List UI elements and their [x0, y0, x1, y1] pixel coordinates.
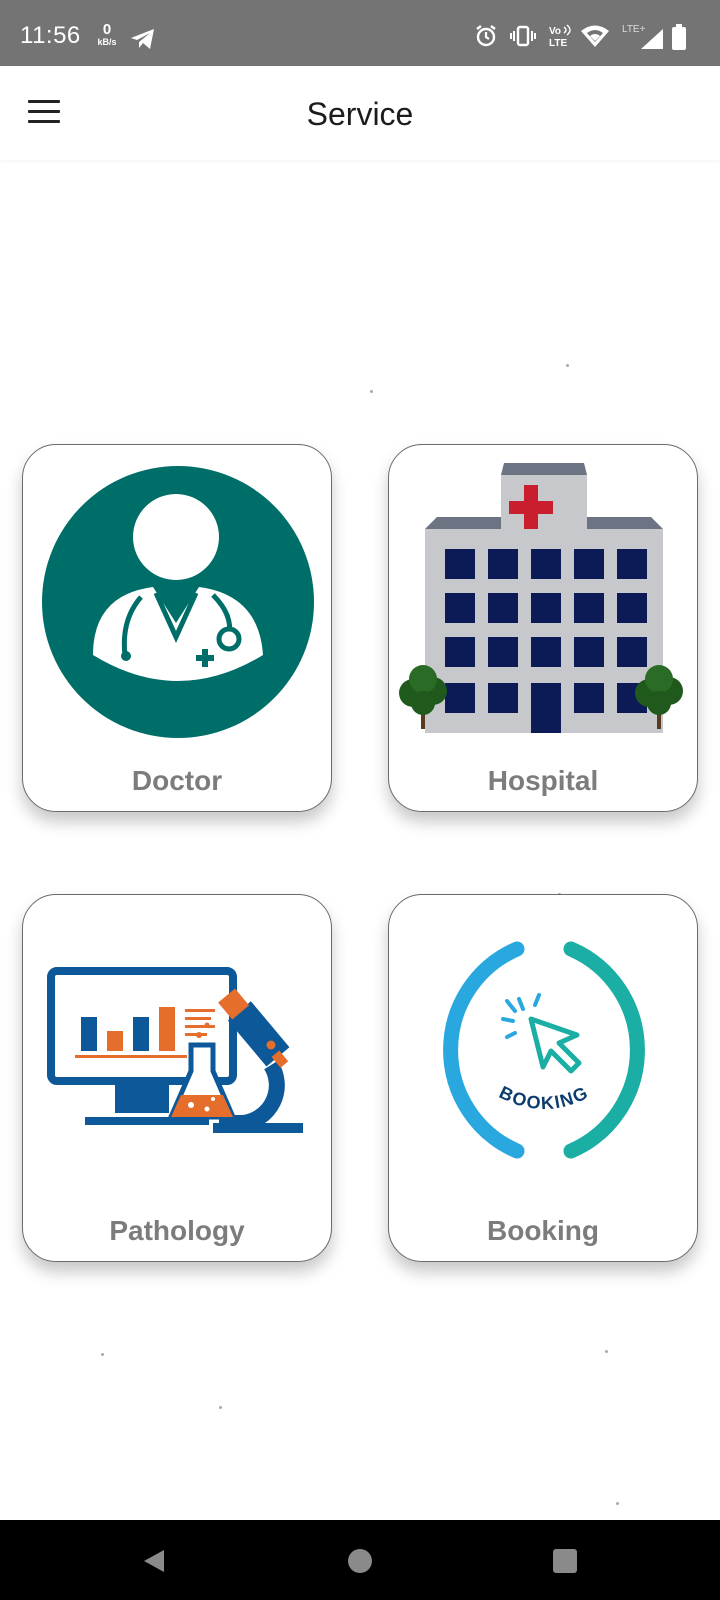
svg-text:Vo: Vo [549, 26, 561, 37]
status-time: 11:56 [20, 22, 81, 49]
volte-icon: Vo LTE [549, 24, 571, 49]
network-speed: 0 kB/s [94, 22, 120, 47]
hospital-tile[interactable]: Hospital [388, 444, 698, 812]
telegram-icon [131, 29, 154, 49]
battery-icon [672, 24, 686, 50]
lte-signal-icon [641, 29, 663, 49]
svg-text:LTE: LTE [549, 38, 567, 49]
booking-tile-label: Booking [487, 1215, 599, 1246]
booking-icon: BOOKING [443, 941, 645, 1159]
pathology-tile[interactable]: Pathology [22, 894, 332, 1262]
pathology-icon [47, 967, 303, 1133]
app-bar: Service [0, 66, 720, 160]
hospital-icon [399, 463, 683, 733]
booking-tile[interactable]: BOOKING Booking [388, 894, 698, 1262]
network-speed-value: 0 [102, 21, 112, 38]
doctor-tile-label: Doctor [131, 765, 223, 796]
alarm-icon [476, 25, 496, 47]
wifi-icon [581, 25, 609, 47]
vibrate-icon [510, 25, 536, 47]
home-icon[interactable] [347, 1548, 373, 1574]
status-bar: 11:56 0 kB/s Vo LTE LTE+ [0, 0, 720, 66]
hospital-tile-label: Hospital [487, 765, 599, 796]
doctor-icon [42, 466, 314, 738]
booking-art-text: BOOKING [496, 1082, 592, 1113]
page-title: Service [306, 96, 414, 132]
back-icon[interactable] [140, 1547, 168, 1575]
pathology-tile-label: Pathology [109, 1215, 245, 1246]
recents-icon[interactable] [552, 1548, 578, 1574]
system-nav-bar [0, 1520, 720, 1600]
doctor-tile[interactable]: Doctor [22, 444, 332, 812]
network-speed-unit: kB/s [97, 37, 117, 47]
